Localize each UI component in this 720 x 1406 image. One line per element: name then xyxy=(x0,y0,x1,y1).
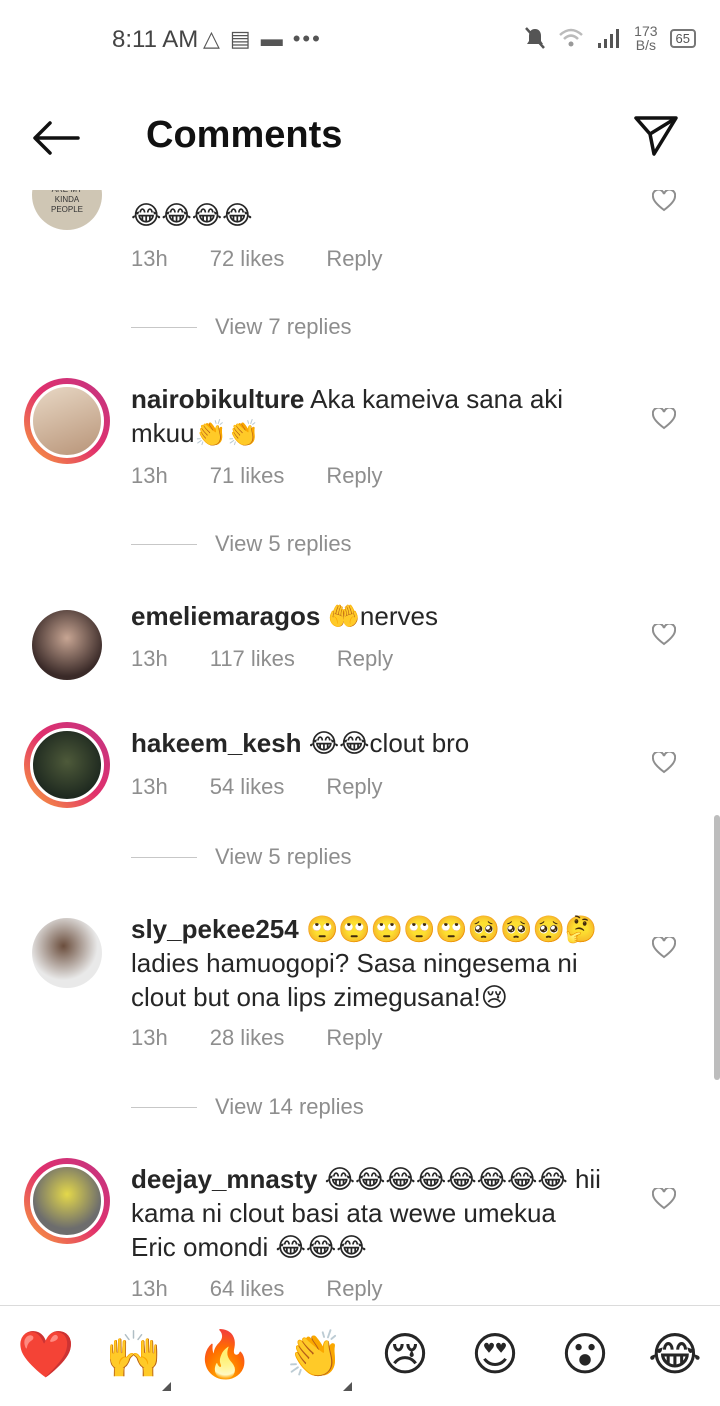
comment-time: 13h xyxy=(131,1276,168,1301)
speed-value: 173 xyxy=(634,23,658,39)
comment-message: 😂😂clout bro xyxy=(301,728,470,758)
comment-time: 13h xyxy=(131,774,168,799)
skin-tone-indicator-icon xyxy=(162,1382,171,1391)
reply-divider xyxy=(131,326,197,328)
avatar[interactable] xyxy=(24,602,110,688)
heart-icon[interactable] xyxy=(652,937,676,959)
send-icon[interactable] xyxy=(632,112,680,160)
comment-username[interactable]: nairobikulture xyxy=(131,384,304,414)
comment-time: 13h xyxy=(131,463,168,488)
reply-divider xyxy=(131,543,197,545)
heart-icon[interactable] xyxy=(652,752,676,774)
comment-meta: 13h 72 likes Reply xyxy=(131,246,425,272)
comment-text: deejay_mnasty 😂😂😂😂😂😂😂😂 hii kama ni clout… xyxy=(131,1162,601,1264)
status-bar: 8:11 AM △ ▤ ▬ ••• 173 B/s 65 xyxy=(0,0,720,80)
view-replies-button[interactable]: View 7 replies xyxy=(131,314,352,340)
crying-face-emoji[interactable]: 😢 xyxy=(375,1326,435,1382)
likes-count[interactable]: 28 likes xyxy=(210,1025,285,1051)
likes-count[interactable]: 71 likes xyxy=(210,463,285,489)
heart-icon[interactable] xyxy=(652,408,676,430)
avatar[interactable] xyxy=(24,1158,110,1244)
view-replies-button[interactable]: View 5 replies xyxy=(131,844,352,870)
emoji-reaction-bar: ❤️ 🙌 🔥 👏 😢 😍 😮 😂 xyxy=(0,1305,720,1406)
surprised-face-emoji[interactable]: 😮 xyxy=(555,1326,615,1382)
comment-username[interactable]: hakeem_kesh xyxy=(131,728,302,758)
comment-text: nairobikulture Aka kameiva sana aki mkuu… xyxy=(131,382,631,450)
back-arrow-icon[interactable] xyxy=(30,118,82,158)
comments-list[interactable]: PEOPLEARE MYKINDAPEOPLE 😂😂😂😂 13h 72 like… xyxy=(0,190,720,1305)
view-replies-label: View 5 replies xyxy=(215,531,352,556)
status-system-icons: 173 B/s 65 xyxy=(524,24,696,52)
mute-bell-icon xyxy=(525,27,546,49)
view-replies-label: View 5 replies xyxy=(215,844,352,869)
likes-count[interactable]: 54 likes xyxy=(210,774,285,800)
network-speed: 173 B/s xyxy=(634,24,657,52)
speed-unit: B/s xyxy=(635,37,656,53)
reply-divider xyxy=(131,1106,197,1108)
likes-count[interactable]: 117 likes xyxy=(210,646,295,672)
heart-icon[interactable] xyxy=(652,1188,676,1210)
heart-eyes-emoji[interactable]: 😍 xyxy=(465,1326,525,1382)
comment-meta: 13h 64 likes Reply xyxy=(131,1276,425,1302)
scrollbar[interactable] xyxy=(714,815,720,1080)
comment-text: hakeem_kesh 😂😂clout bro xyxy=(131,726,631,760)
comment-time: 13h xyxy=(131,1025,168,1050)
comment-meta: 13h 28 likes Reply xyxy=(131,1025,425,1051)
comment-text: 😂😂😂😂 xyxy=(131,200,253,230)
comment-meta: 13h 71 likes Reply xyxy=(131,463,425,489)
comment-meta: 13h 117 likes Reply xyxy=(131,646,435,672)
battery-icon: 65 xyxy=(669,28,696,48)
raising-hands-emoji[interactable]: 🙌 xyxy=(104,1326,164,1382)
avatar[interactable] xyxy=(24,910,110,996)
wifi-icon xyxy=(559,28,584,47)
clapping-hands-emoji[interactable]: 👏 xyxy=(285,1326,345,1382)
message-icon: ▬ xyxy=(260,26,283,51)
comment-text: emeliemaragos 🤲nerves xyxy=(131,599,631,633)
comment-meta: 13h 54 likes Reply xyxy=(131,774,425,800)
view-replies-button[interactable]: View 5 replies xyxy=(131,531,352,557)
reply-button[interactable]: Reply xyxy=(326,1025,382,1051)
comment-time: 13h xyxy=(131,246,168,271)
more-notifications-icon: ••• xyxy=(292,26,322,51)
red-heart-emoji[interactable]: ❤️ xyxy=(16,1326,76,1382)
comment-text: sly_pekee254 🙄🙄🙄🙄🙄🥺🥺🥺🤔 ladies hamuogopi?… xyxy=(131,912,631,1014)
comment-username[interactable]: sly_pekee254 xyxy=(131,914,299,944)
view-replies-label: View 7 replies xyxy=(215,314,352,339)
tears-of-joy-emoji[interactable]: 😂 xyxy=(645,1326,705,1382)
header: Comments xyxy=(0,80,720,190)
warning-icon: △ xyxy=(203,26,220,51)
status-notification-icons: △ ▤ ▬ ••• xyxy=(203,26,322,52)
heart-icon[interactable] xyxy=(652,190,676,212)
reply-button[interactable]: Reply xyxy=(326,774,382,800)
comment-username[interactable]: deejay_mnasty xyxy=(131,1164,317,1194)
comment-message: 🤲nerves xyxy=(320,601,438,631)
reply-button[interactable]: Reply xyxy=(326,463,382,489)
avatar[interactable]: PEOPLEARE MYKINDAPEOPLE xyxy=(24,190,110,238)
comment-username[interactable]: emeliemaragos xyxy=(131,601,320,631)
reply-button[interactable]: Reply xyxy=(326,246,382,272)
likes-count[interactable]: 72 likes xyxy=(210,246,285,272)
comment-time: 13h xyxy=(131,646,168,671)
avatar[interactable] xyxy=(24,722,110,808)
skin-tone-indicator-icon xyxy=(343,1382,352,1391)
heart-icon[interactable] xyxy=(652,624,676,646)
signal-icon xyxy=(598,29,620,48)
status-time: 8:11 AM xyxy=(112,26,199,53)
reply-button[interactable]: Reply xyxy=(337,646,393,672)
reply-divider xyxy=(131,856,197,858)
reply-button[interactable]: Reply xyxy=(326,1276,382,1302)
likes-count[interactable]: 64 likes xyxy=(210,1276,285,1302)
fire-emoji[interactable]: 🔥 xyxy=(195,1326,255,1382)
news-icon: ▤ xyxy=(229,26,251,51)
avatar[interactable] xyxy=(24,378,110,464)
view-replies-button[interactable]: View 14 replies xyxy=(131,1094,364,1120)
view-replies-label: View 14 replies xyxy=(215,1094,364,1119)
page-title: Comments xyxy=(146,114,343,156)
